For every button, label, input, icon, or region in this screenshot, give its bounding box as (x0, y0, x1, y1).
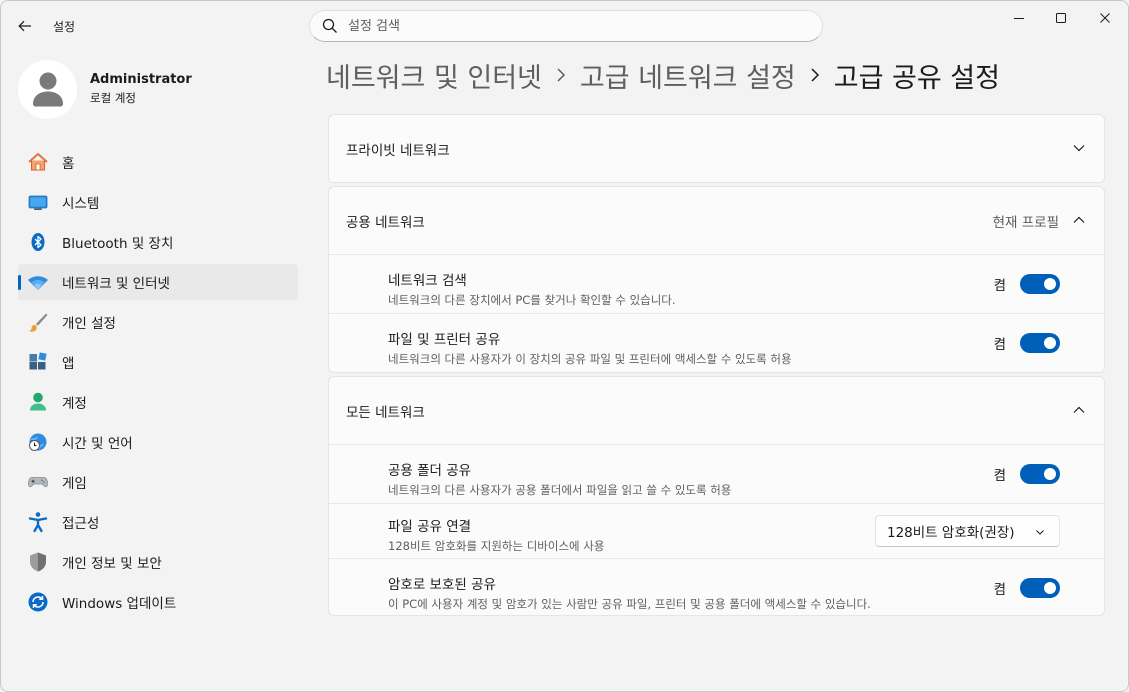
back-button[interactable] (11, 12, 39, 40)
sidebar-item-label: Bluetooth 및 장치 (62, 236, 174, 252)
public-network-header[interactable]: 공용 네트워크 현재 프로필 (329, 187, 1104, 254)
settings-window: 설정 Administrator 로컬 계정 (0, 0, 1129, 692)
row-description: 네트워크의 다른 사용자가 이 장치의 공유 파일 및 프린터에 액세스할 수 … (388, 352, 792, 366)
file-printer-sharing-row: 파일 및 프린터 공유 네트워크의 다른 사용자가 이 장치의 공유 파일 및 … (329, 313, 1104, 372)
account-icon (27, 391, 49, 413)
maximize-icon (1056, 13, 1066, 23)
chevron-down-icon (1036, 530, 1044, 535)
sidebar-item-windows-update[interactable]: Windows 업데이트 (18, 584, 298, 620)
sidebar-item-gaming[interactable]: 게임 (18, 464, 298, 500)
section-title: 공용 네트워크 (346, 214, 425, 231)
bluetooth-icon (27, 231, 49, 253)
search-box[interactable] (309, 10, 823, 42)
shield-icon (27, 551, 49, 573)
update-icon (27, 591, 49, 613)
time-language-icon (27, 431, 49, 453)
maximize-button[interactable] (1040, 1, 1082, 35)
sidebar-nav: 홈 시스템 Bluetooth 및 장치 네트워크 및 인터넷 개인 설정 앱 … (18, 144, 298, 624)
toggle-state-label: 켬 (993, 468, 1006, 484)
system-icon (27, 191, 49, 213)
sidebar-item-accounts[interactable]: 계정 (18, 384, 298, 420)
gaming-icon (27, 471, 49, 493)
network-discovery-row: 네트워크 검색 네트워크의 다른 장치에서 PC를 찾거나 확인할 수 있습니다… (329, 254, 1104, 313)
minimize-button[interactable] (998, 1, 1040, 35)
minimize-icon (1014, 18, 1024, 19)
search-icon (322, 18, 337, 33)
wifi-icon (27, 271, 49, 293)
brush-icon (27, 311, 49, 333)
network-discovery-toggle[interactable] (1020, 274, 1060, 294)
sidebar-item-personalization[interactable]: 개인 설정 (18, 304, 298, 340)
sidebar-item-network[interactable]: 네트워크 및 인터넷 (18, 264, 298, 300)
all-networks-section: 모든 네트워크 공용 폴더 공유 네트워크의 다른 사용자가 공용 폴더에서 파… (328, 376, 1105, 616)
all-networks-header[interactable]: 모든 네트워크 (329, 377, 1104, 444)
row-description: 네트워크의 다른 사용자가 공용 폴더에서 파일을 읽고 쓸 수 있도록 허용 (388, 483, 732, 497)
public-folder-sharing-toggle[interactable] (1020, 464, 1060, 484)
app-title: 설정 (53, 20, 76, 34)
sidebar-item-home[interactable]: 홈 (18, 144, 298, 180)
sidebar-item-label: 시간 및 언어 (62, 436, 133, 452)
avatar (18, 59, 77, 119)
chevron-down-icon (1073, 145, 1085, 152)
sidebar-item-apps[interactable]: 앱 (18, 344, 298, 380)
chevron-up-icon (1073, 216, 1085, 223)
sidebar-item-label: 개인 정보 및 보안 (62, 556, 162, 572)
file-printer-sharing-toggle-group: 켬 (994, 333, 1060, 353)
password-protected-sharing-toggle-group: 켬 (994, 578, 1060, 598)
sidebar-item-system[interactable]: 시스템 (18, 184, 298, 220)
encryption-dropdown[interactable]: 128비트 암호화(권장) (875, 515, 1060, 547)
toggle-state-label: 켬 (993, 582, 1006, 598)
private-network-section: 프라이빗 네트워크 (328, 114, 1105, 183)
sidebar-item-time-language[interactable]: 시간 및 언어 (18, 424, 298, 460)
public-folder-sharing-row: 공용 폴더 공유 네트워크의 다른 사용자가 공용 폴더에서 파일을 읽고 쓸 … (329, 444, 1104, 503)
close-icon (1100, 13, 1110, 23)
sidebar-item-label: 홈 (62, 156, 75, 172)
sidebar-item-label: 계정 (62, 396, 87, 412)
row-description: 이 PC에 사용자 계정 및 암호가 있는 사람만 공유 파일, 프린터 및 공… (388, 597, 871, 611)
accessibility-icon (27, 511, 49, 533)
user-profile[interactable]: Administrator 로컬 계정 (18, 59, 192, 119)
back-arrow-icon (18, 20, 31, 32)
sidebar-item-bluetooth[interactable]: Bluetooth 및 장치 (18, 224, 298, 260)
breadcrumb-chevron-icon (556, 67, 566, 83)
password-protected-sharing-row: 암호로 보호된 공유 이 PC에 사용자 계정 및 암호가 있는 사람만 공유 … (329, 558, 1104, 616)
row-description: 네트워크의 다른 장치에서 PC를 찾거나 확인할 수 있습니다. (388, 293, 676, 307)
close-button[interactable] (1084, 1, 1126, 35)
file-printer-sharing-toggle[interactable] (1020, 333, 1060, 353)
profile-name: Administrator (90, 72, 192, 87)
user-avatar-icon (32, 72, 63, 107)
search-input[interactable] (348, 18, 788, 34)
title-bar: 설정 (1, 1, 1128, 49)
sidebar-item-accessibility[interactable]: 접근성 (18, 504, 298, 540)
private-network-header[interactable]: 프라이빗 네트워크 (329, 115, 1104, 182)
section-title: 프라이빗 네트워크 (346, 142, 450, 159)
file-sharing-connections-row: 파일 공유 연결 128비트 암호화를 지원하는 디바이스에 사용 128비트 … (329, 503, 1104, 558)
password-protected-sharing-toggle[interactable] (1020, 578, 1060, 598)
public-network-section: 공용 네트워크 현재 프로필 네트워크 검색 네트워크의 다른 장치에서 PC를… (328, 186, 1105, 373)
page-title: 고급 공유 설정 (833, 62, 1000, 94)
chevron-up-icon (1073, 406, 1085, 413)
profile-account-type: 로컬 계정 (90, 91, 136, 105)
toggle-state-label: 켬 (993, 278, 1006, 294)
sidebar-item-label: 앱 (62, 356, 75, 372)
breadcrumb-item-network[interactable]: 네트워크 및 인터넷 (326, 56, 542, 95)
current-profile-tag: 현재 프로필 (992, 214, 1059, 231)
section-title: 모든 네트워크 (346, 404, 425, 421)
breadcrumb-chevron-icon (810, 67, 820, 83)
apps-icon (27, 351, 49, 373)
breadcrumb: 네트워크 및 인터넷 고급 네트워크 설정 고급 공유 설정 (326, 55, 1000, 95)
sidebar-item-label: 개인 설정 (62, 316, 116, 332)
sidebar-item-label: 게임 (62, 476, 87, 492)
sidebar-item-label: 접근성 (62, 516, 100, 532)
home-icon (27, 151, 49, 173)
breadcrumb-item-advanced-network[interactable]: 고급 네트워크 설정 (580, 56, 796, 95)
sidebar-item-label: Windows 업데이트 (62, 596, 177, 612)
network-discovery-toggle-group: 켬 (994, 274, 1060, 294)
sidebar-item-privacy[interactable]: 개인 정보 및 보안 (18, 544, 298, 580)
dropdown-selected-value: 128비트 암호화(권장) (887, 525, 1015, 541)
sidebar-item-label: 시스템 (62, 196, 100, 212)
public-folder-sharing-toggle-group: 켬 (994, 464, 1060, 484)
toggle-state-label: 켬 (993, 337, 1006, 353)
sidebar-item-label: 네트워크 및 인터넷 (62, 276, 170, 292)
